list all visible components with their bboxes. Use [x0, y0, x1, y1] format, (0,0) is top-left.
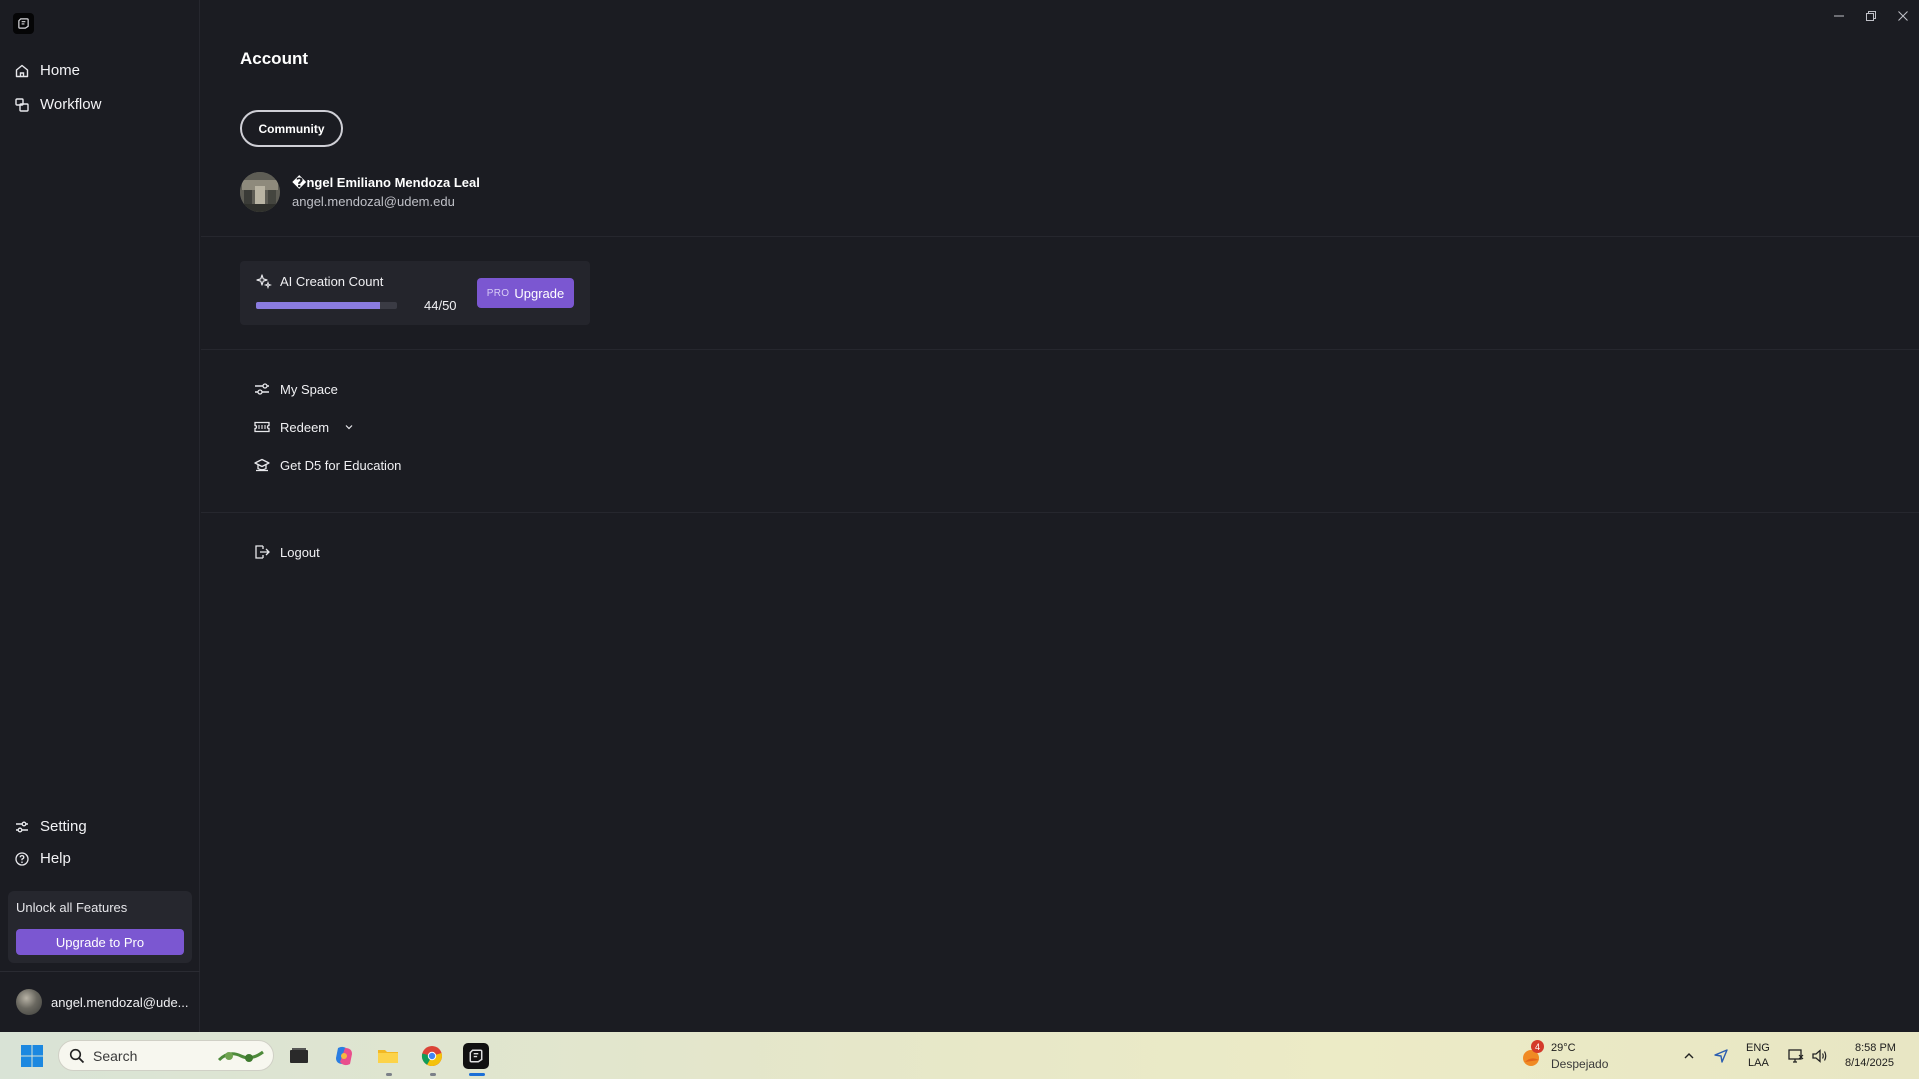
minimize-button[interactable]: [1831, 8, 1847, 24]
ai-creation-progress: [256, 302, 397, 309]
folder-icon: [378, 1050, 398, 1063]
menu-item-my-space[interactable]: My Space: [253, 380, 338, 398]
network-button[interactable]: [1783, 1043, 1809, 1069]
task-view-button[interactable]: [286, 1043, 312, 1069]
avatar[interactable]: [240, 172, 280, 212]
d5-app-button[interactable]: [463, 1043, 489, 1069]
sidebar-item-label: Help: [40, 850, 71, 867]
network-icon: [1788, 1049, 1804, 1063]
workflow-icon: [15, 97, 29, 112]
menu-item-redeem[interactable]: Redeem: [253, 418, 354, 436]
menu-item-label: Redeem: [280, 419, 330, 435]
logout-icon: [255, 545, 270, 559]
home-icon: [15, 64, 29, 77]
logout-label: Logout: [280, 544, 320, 560]
copilot-button[interactable]: [331, 1043, 357, 1069]
sidebar-item-home[interactable]: Home: [14, 62, 80, 79]
plan-badge[interactable]: Community: [240, 110, 343, 147]
sliders-icon: [16, 821, 28, 832]
avatar: [16, 989, 42, 1015]
close-button[interactable]: [1895, 8, 1911, 24]
active-indicator: [469, 1073, 485, 1076]
menu-item-label: Get D5 for Education: [280, 457, 402, 473]
app-logo-icon[interactable]: [13, 13, 34, 34]
logout-button[interactable]: Logout: [253, 543, 320, 561]
menu-item-label: My Space: [280, 381, 338, 397]
minimize-icon: [1834, 15, 1844, 17]
sidebar-item-label: Home: [40, 62, 81, 79]
taskbar: Search 4 29°C Despejado ENG LAA 8:58 PM …: [0, 1032, 1919, 1079]
upgrade-to-pro-button[interactable]: Upgrade to Pro: [16, 929, 184, 955]
search-placeholder: Search: [93, 1047, 138, 1064]
education-icon: [254, 458, 270, 472]
search-icon: [69, 1048, 85, 1063]
user-name: �ngel Emiliano Mendoza Leal: [292, 175, 480, 190]
avatar-photo: [240, 172, 280, 212]
taskbar-search[interactable]: Search: [58, 1040, 274, 1071]
weather-badge: 4: [1531, 1040, 1544, 1053]
location-button[interactable]: [1708, 1043, 1734, 1069]
copilot-icon: [336, 1046, 352, 1066]
clock-date[interactable]: 8/14/2025: [1845, 1057, 1894, 1069]
search-highlight-icon: [217, 1050, 264, 1062]
windows-icon: [21, 1045, 43, 1067]
close-icon: [1898, 11, 1908, 21]
language-secondary[interactable]: LAA: [1748, 1057, 1769, 1069]
chevron-down-icon: [345, 425, 353, 430]
help-circle-icon: [15, 851, 29, 866]
task-view-icon: [290, 1048, 308, 1063]
location-arrow-icon: [1714, 1049, 1728, 1063]
user-email: angel.mendozal@udem.edu: [292, 194, 455, 209]
section-divider: [201, 512, 1919, 513]
ai-creation-title: AI Creation Count: [280, 274, 384, 289]
sidebar-item-help[interactable]: Help: [14, 850, 71, 867]
restore-button[interactable]: [1863, 8, 1879, 24]
running-indicator: [430, 1073, 436, 1076]
unlock-features-card: Unlock all Features Upgrade to Pro: [8, 891, 192, 963]
tray-overflow-button[interactable]: [1676, 1043, 1702, 1069]
chrome-icon: [421, 1046, 442, 1067]
ai-creation-card: AI Creation Count 44/50 PRO Upgrade: [240, 261, 590, 325]
page-title: Account: [240, 49, 308, 68]
d5-app-icon: [469, 1049, 483, 1063]
sliders-icon: [255, 383, 269, 395]
ticket-icon: [254, 421, 270, 433]
sidebar-item-label: Workflow: [40, 96, 102, 113]
weather-temp: 29°C: [1551, 1042, 1576, 1054]
sidebar-item-setting[interactable]: Setting: [14, 818, 87, 835]
upgrade-label: Upgrade: [514, 285, 565, 301]
chrome-button[interactable]: [419, 1043, 445, 1069]
running-indicator: [386, 1073, 392, 1076]
clock-time[interactable]: 8:58 PM: [1855, 1042, 1896, 1054]
sidebar-item-workflow[interactable]: Workflow: [14, 96, 101, 113]
chevron-up-icon: [1684, 1053, 1694, 1059]
app-window: Home Workflow Setting Help Unlock all Fe…: [0, 0, 1919, 1032]
volume-button[interactable]: [1807, 1043, 1833, 1069]
restore-icon: [1866, 11, 1876, 21]
section-divider: [201, 349, 1919, 350]
menu-item-education[interactable]: Get D5 for Education: [253, 456, 401, 474]
sparkle-icon: [256, 274, 272, 289]
language-primary[interactable]: ENG: [1746, 1042, 1770, 1054]
sidebar-item-label: Setting: [40, 818, 87, 835]
unlock-features-text: Unlock all Features: [16, 900, 128, 915]
pro-tag: PRO: [486, 287, 510, 299]
volume-icon: [1812, 1049, 1827, 1063]
main-content: Account Community �ngel Emiliano Mendoza…: [201, 0, 1919, 1032]
file-explorer-button[interactable]: [375, 1043, 401, 1069]
ai-creation-count: 44/50: [424, 298, 457, 313]
start-button[interactable]: [19, 1043, 45, 1069]
sidebar-divider: [0, 971, 200, 972]
sidebar: Home Workflow Setting Help Unlock all Fe…: [0, 0, 200, 1032]
section-divider: [201, 236, 1919, 237]
ai-creation-progress-fill: [256, 302, 381, 309]
sidebar-user-email: angel.mendozal@ude...: [51, 994, 189, 1010]
weather-condition: Despejado: [1551, 1057, 1609, 1071]
sidebar-user[interactable]: angel.mendozal@ude...: [16, 989, 189, 1015]
upgrade-button[interactable]: PRO Upgrade: [477, 278, 574, 308]
